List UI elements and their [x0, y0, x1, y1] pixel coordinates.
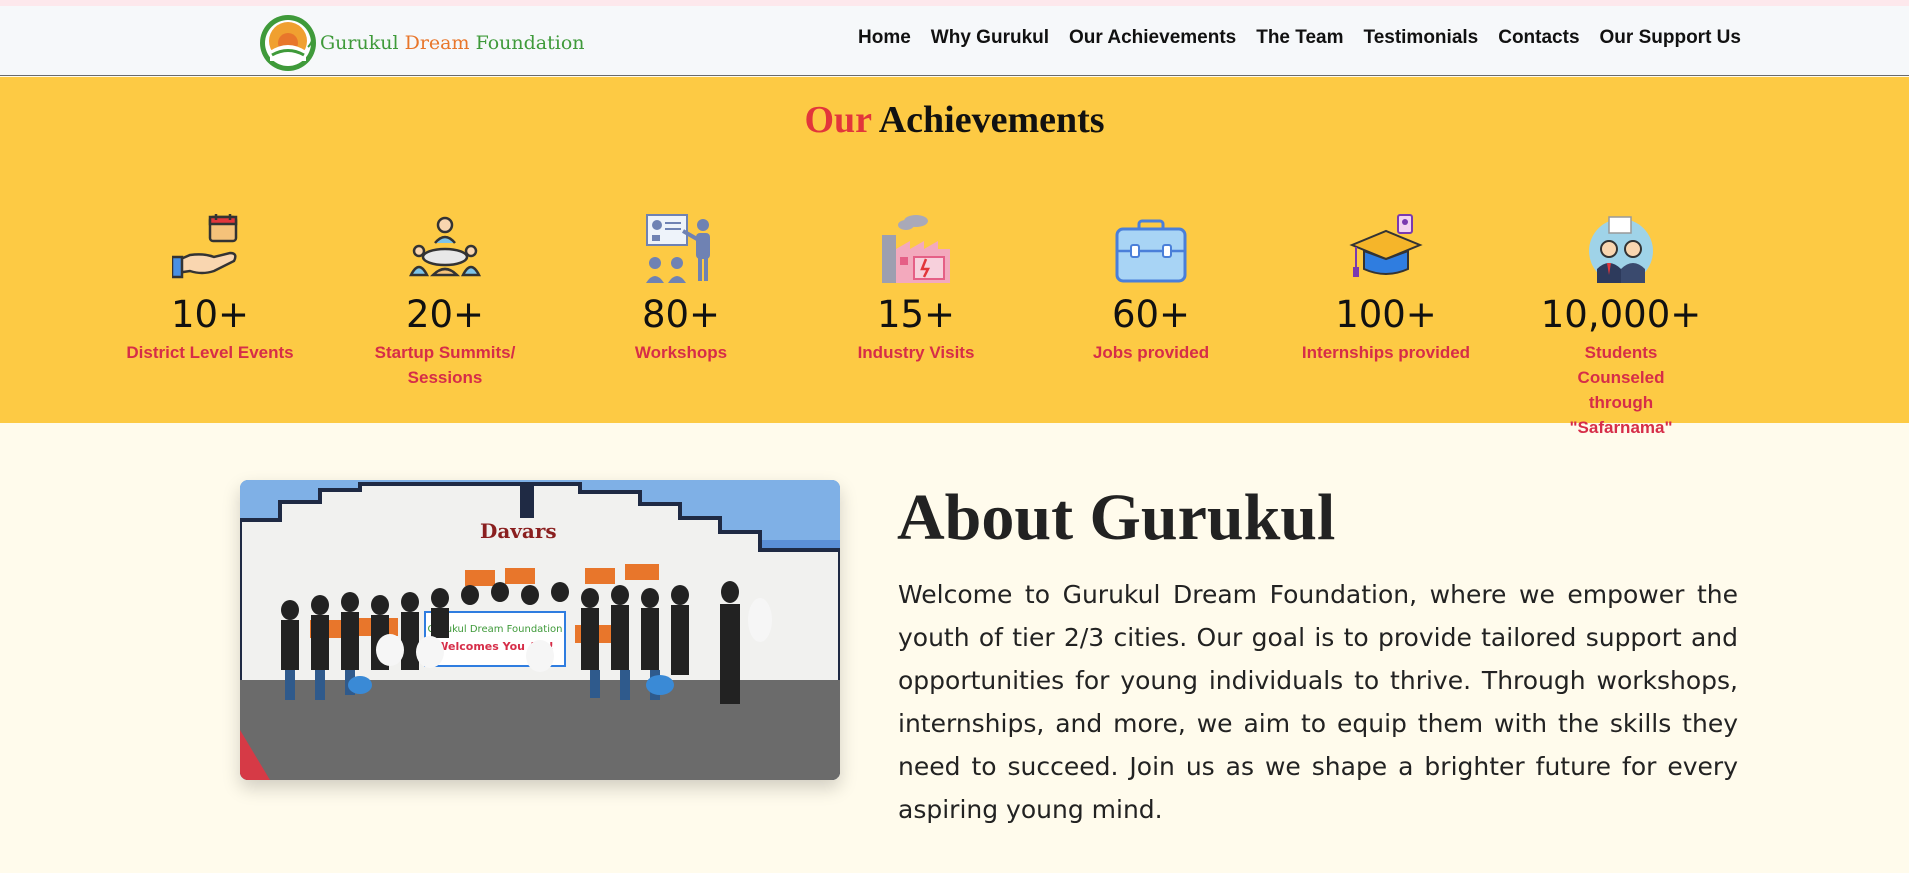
nav-the-team[interactable]: The Team: [1256, 27, 1343, 49]
stat-value: 10,000+: [1540, 293, 1702, 336]
stat-label: Students Counseled through "Safarnama": [1569, 343, 1673, 437]
brand-name-part1: Gurukul: [320, 32, 399, 54]
summit-meeting-icon: [335, 213, 555, 285]
event-calendar-hand-icon: [100, 213, 320, 285]
counseling-people-icon: [1511, 213, 1731, 285]
about-description: Welcome to Gurukul Dream Foundation, whe…: [898, 580, 1738, 824]
nav-our-support-us[interactable]: Our Support Us: [1600, 27, 1741, 49]
stat-district-events: 10+ District Level Events: [100, 213, 320, 365]
achievements-section: Our Achievements 10+ District Level Even…: [0, 77, 1909, 437]
stat-value: 10+: [170, 293, 250, 336]
stat-value: 60+: [1111, 293, 1191, 336]
stat-value: 15+: [876, 293, 956, 336]
brand-logo[interactable]: Gurukul Dream Foundation: [258, 14, 585, 72]
stat-label: Internships provided: [1301, 343, 1471, 362]
factory-icon: [806, 213, 1026, 285]
stat-label: Startup Summits/ Sessions: [374, 343, 516, 387]
nav-contacts[interactable]: Contacts: [1498, 27, 1579, 49]
nav-our-achievements[interactable]: Our Achievements: [1069, 27, 1236, 49]
about-title: About Gurukul: [897, 481, 1336, 554]
brand-name: Gurukul Dream Foundation: [320, 32, 585, 54]
about-photo: Davars Gurukul Dream Foundation Welcomes…: [240, 480, 840, 780]
stat-value: 80+: [641, 293, 721, 336]
stat-label: Industry Visits: [857, 343, 975, 362]
nav-home[interactable]: Home: [858, 27, 911, 49]
navbar: Gurukul Dream Foundation Home Why Guruku…: [0, 6, 1909, 76]
briefcase-icon: [1041, 213, 1261, 285]
sun-logo-icon: [260, 15, 316, 71]
stat-jobs-provided: 60+ Jobs provided: [1041, 213, 1261, 365]
stat-label: District Level Events: [126, 343, 294, 362]
group-photo-image: Davars Gurukul Dream Foundation Welcomes…: [240, 480, 840, 780]
nav-testimonials[interactable]: Testimonials: [1364, 27, 1479, 49]
graduation-cap-icon: [1276, 213, 1496, 285]
stat-label: Workshops: [634, 343, 728, 362]
stat-workshops: 80+ Workshops: [571, 213, 791, 365]
brand-name-part3: Foundation: [475, 32, 585, 54]
achievements-title-rest: Achievements: [878, 99, 1105, 141]
workshop-presentation-icon: [571, 213, 791, 285]
stat-label: Jobs provided: [1092, 343, 1210, 362]
stat-startup-summits: 20+ Startup Summits/ Sessions: [335, 213, 555, 390]
stat-internships-provided: 100+ Internships provided: [1276, 213, 1496, 365]
nav-why-gurukul[interactable]: Why Gurukul: [931, 27, 1049, 49]
main-nav: Home Why Gurukul Our Achievements The Te…: [858, 27, 1741, 49]
achievements-title-our: Our: [804, 99, 872, 141]
brand-name-part2: Dream: [404, 32, 470, 54]
stat-value: 100+: [1335, 293, 1437, 336]
photo-sign-text: Davars: [480, 519, 557, 543]
achievements-title: Our Achievements: [0, 98, 1909, 142]
stat-value: 20+: [405, 293, 485, 336]
stat-industry-visits: 15+ Industry Visits: [806, 213, 1026, 365]
stat-students-counseled: 10,000+ Students Counseled through "Safa…: [1511, 213, 1731, 440]
